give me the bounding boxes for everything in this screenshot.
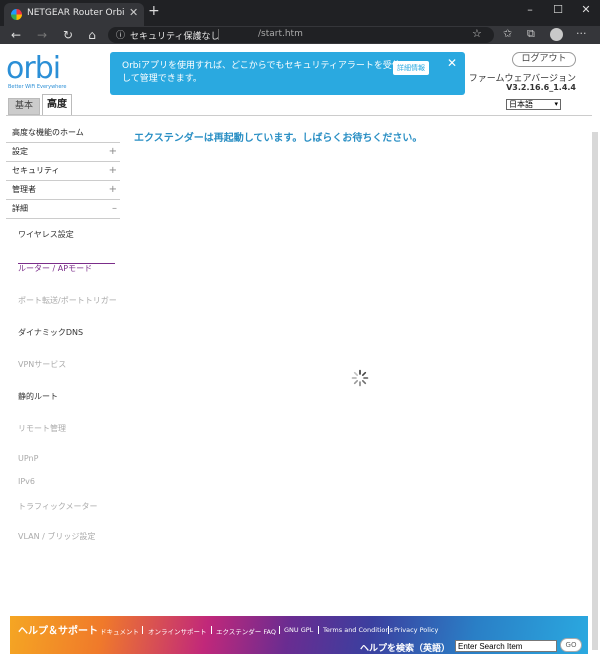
tab-advanced[interactable]: 高度 <box>42 94 72 115</box>
collapse-minus-icon: – <box>112 203 117 214</box>
footer-link-terms[interactable]: Terms and Conditions <box>323 626 393 634</box>
sidebar-item-administration[interactable]: 管理者 + <box>6 181 120 200</box>
footer-link-gnu-gpl[interactable]: GNU GPL <box>284 626 313 634</box>
address-separator <box>218 29 219 40</box>
loading-spinner-icon <box>351 369 369 387</box>
footer-separator <box>279 626 280 634</box>
logo-tagline: Better WiFi Everywhere <box>8 84 67 90</box>
expand-plus-icon: + <box>108 165 117 176</box>
close-window-button[interactable]: ✕ <box>576 3 596 16</box>
sidebar-item-label: 設定 <box>12 147 28 156</box>
firmware-version: V3.2.16.6_1.4.4 <box>506 83 576 92</box>
browser-toolbar: ← → ↻ ⌂ ⓘ セキュリティ保護なし /start.htm ☆ ✩ ⧉ ··… <box>0 26 600 44</box>
minimize-button[interactable]: – <box>520 3 540 16</box>
sidebar-subitem-upnp[interactable]: UPnP <box>6 454 600 463</box>
expand-plus-icon: + <box>108 146 117 157</box>
banner-close-icon[interactable]: ✕ <box>447 56 457 70</box>
info-icon[interactable]: ⓘ <box>116 28 125 41</box>
sidebar-item-label: セキュリティ <box>12 166 60 175</box>
tab-close-icon[interactable]: ✕ <box>129 6 138 19</box>
browser-tab[interactable]: NETGEAR Router Orbi ✕ <box>4 3 144 26</box>
logout-button[interactable]: ログアウト <box>512 52 576 67</box>
logo-word: orbi <box>6 51 61 86</box>
router-page: orbi Better WiFi Everywhere Orbiアプリを使用すれ… <box>0 44 600 655</box>
tab-divider <box>6 115 592 116</box>
language-select[interactable]: 日本語 ▾ <box>506 99 561 110</box>
chevron-down-icon: ▾ <box>554 100 558 108</box>
page-scrollbar[interactable] <box>592 132 598 650</box>
footer-link-privacy[interactable]: Privacy Policy <box>394 626 438 634</box>
sidebar-subitem-traffic-meter[interactable]: トラフィックメーター <box>6 501 600 512</box>
browser-titlebar: NETGEAR Router Orbi ✕ + – ☐ ✕ <box>0 0 600 26</box>
sidebar-item-label: 詳細 <box>12 204 28 213</box>
reboot-status-message: エクステンダーは再起動しています。しばらくお待ちください。 <box>134 133 423 144</box>
tab-basic[interactable]: 基本 <box>8 98 40 115</box>
url-text[interactable]: /start.htm <box>258 29 303 39</box>
reload-icon[interactable]: ↻ <box>60 27 76 43</box>
sidebar-item-advanced-setup[interactable]: 詳細 – <box>6 200 120 219</box>
sidebar-item-label: 高度な機能のホーム <box>12 128 84 137</box>
security-label: セキュリティ保護なし <box>130 32 220 42</box>
favicon-icon <box>11 9 22 20</box>
more-menu-icon[interactable]: ··· <box>576 27 587 40</box>
favorite-star-icon[interactable]: ☆ <box>472 27 482 40</box>
sidebar-item-security[interactable]: セキュリティ + <box>6 162 120 181</box>
footer-separator <box>142 626 143 634</box>
expand-plus-icon: + <box>108 184 117 195</box>
new-tab-button[interactable]: + <box>148 3 160 19</box>
language-value: 日本語 <box>509 100 533 109</box>
address-bar[interactable]: ⓘ セキュリティ保護なし /start.htm ☆ <box>108 27 494 43</box>
back-icon[interactable]: ← <box>8 27 24 43</box>
footer-link-extender-faq[interactable]: エクステンダー FAQ <box>216 626 276 636</box>
footer-separator <box>388 626 389 634</box>
footer-link-documentation[interactable]: ドキュメント <box>100 626 139 636</box>
sidebar-subitem-dynamic-dns[interactable]: ダイナミックDNS <box>6 327 600 338</box>
orbi-logo: orbi Better WiFi Everywhere <box>6 51 67 91</box>
sidebar-item-advanced-home[interactable]: 高度な機能のホーム <box>6 124 120 143</box>
sidebar-subitem-ipv6[interactable]: IPv6 <box>6 477 600 486</box>
banner-message: Orbiアプリを使用すれば、どこからでもセキュリティアラートを受信して管理できま… <box>122 61 401 84</box>
tab-title: NETGEAR Router Orbi <box>27 8 125 18</box>
active-item-underline <box>18 263 115 264</box>
footer-link-online-support[interactable]: オンラインサポート <box>148 626 207 636</box>
app-promo-banner: Orbiアプリを使用すれば、どこからでもセキュリティアラートを受信して管理できま… <box>110 52 465 95</box>
favorites-icon[interactable]: ✩ <box>503 27 512 40</box>
sidebar-subitem-port-forwarding[interactable]: ポート転送/ポートトリガー <box>6 295 600 306</box>
sidebar-subitem-wireless[interactable]: ワイヤレス設定 <box>6 229 600 240</box>
sidebar-menu: 高度な機能のホーム 設定 + セキュリティ + 管理者 + 詳細 – <box>6 124 120 219</box>
collections-icon[interactable]: ⧉ <box>527 27 535 41</box>
help-search-input[interactable] <box>455 640 557 652</box>
help-search-label: ヘルプを検索（英語） <box>360 644 451 654</box>
sidebar-item-setup[interactable]: 設定 + <box>6 143 120 162</box>
sidebar-subitem-static-routes[interactable]: 静的ルート <box>6 391 600 402</box>
forward-icon[interactable]: → <box>34 27 50 43</box>
sidebar-subitem-router-ap-mode[interactable]: ルーター / APモード <box>6 263 600 274</box>
profile-avatar-icon[interactable] <box>550 28 563 41</box>
maximize-button[interactable]: ☐ <box>548 3 568 16</box>
help-support-footer: ヘルプ＆サポート ドキュメント オンラインサポート エクステンダー FAQ GN… <box>10 616 588 654</box>
sidebar-subitem-remote-management[interactable]: リモート管理 <box>6 423 600 434</box>
sidebar-subitem-vlan-bridge[interactable]: VLAN / ブリッジ設定 <box>6 531 600 542</box>
banner-more-info-button[interactable]: 詳細情報 <box>393 61 429 75</box>
footer-separator <box>211 626 212 634</box>
sidebar-subitem-vpn[interactable]: VPNサービス <box>6 359 600 370</box>
home-icon[interactable]: ⌂ <box>84 27 100 43</box>
footer-separator <box>318 626 319 634</box>
sidebar-item-label: 管理者 <box>12 185 36 194</box>
help-search-go-button[interactable]: GO <box>560 638 582 652</box>
help-support-title: ヘルプ＆サポート <box>18 626 98 637</box>
